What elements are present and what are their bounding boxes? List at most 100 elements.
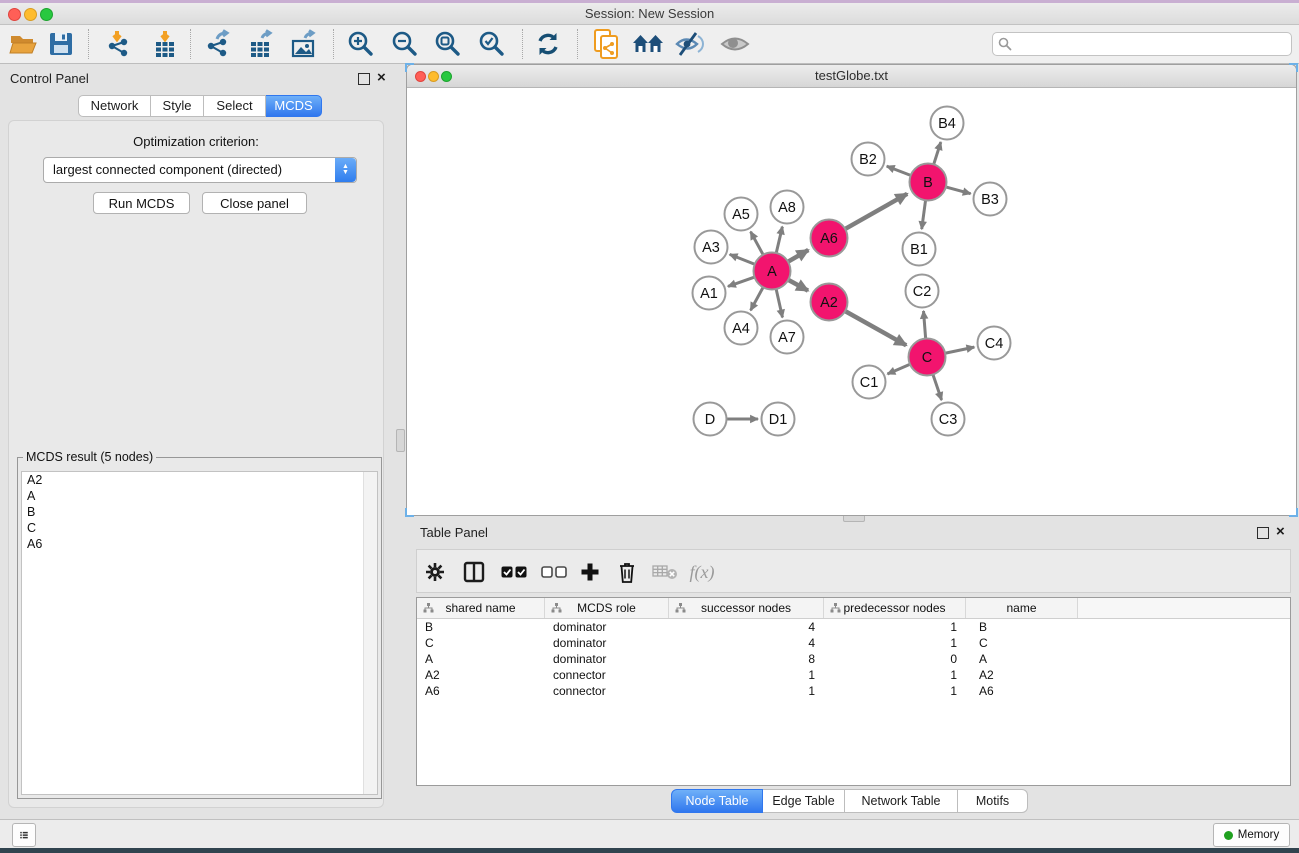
mcds-result-item[interactable]: A6 [22,536,377,552]
mcds-result-list[interactable]: A2ABCA6 [21,471,378,795]
graph-node-A[interactable]: A [754,253,791,290]
tab-network-table[interactable]: Network Table [845,789,958,813]
table-cell[interactable]: 4 [669,635,824,651]
graph-node-D1[interactable]: D1 [762,403,795,436]
table-row[interactable]: A6connector11A6 [417,683,1290,699]
table-cell[interactable]: A [966,651,1078,667]
show-all-button[interactable] [717,27,753,61]
control-panel-close-button[interactable]: × [377,72,386,84]
task-history-button[interactable] [12,823,36,847]
table-cell[interactable]: connector [545,667,669,683]
graph-node-D[interactable]: D [694,403,727,436]
close-window-light[interactable] [8,8,21,21]
import-network-button[interactable] [101,27,137,61]
function-builder-button[interactable]: f(x) [688,558,716,586]
run-mcds-button[interactable]: Run MCDS [93,192,190,214]
graph-node-A6[interactable]: A6 [811,220,848,257]
network-maximize-light[interactable] [441,71,452,82]
table-cell[interactable]: 0 [824,651,966,667]
graph-edge-B-B1[interactable] [922,198,926,229]
memory-button[interactable]: Memory [1213,823,1290,847]
tab-mcds[interactable]: MCDS [266,95,322,117]
hide-selected-button[interactable] [672,27,708,61]
clone-network-button[interactable] [588,27,624,61]
graph-node-B1[interactable]: B1 [903,233,936,266]
mcds-result-item[interactable]: B [22,504,377,520]
graph-edge-C-C4[interactable] [943,347,974,354]
graph-edge-C-C1[interactable] [888,364,912,375]
control-panel-float-button[interactable] [358,73,370,85]
graph-node-C[interactable]: C [909,339,946,376]
table-cell[interactable]: C [966,635,1078,651]
table-cell[interactable]: A2 [417,667,545,683]
list-scrollbar[interactable] [363,472,377,794]
tab-network[interactable]: Network [78,95,151,117]
graph-edge-A-A2[interactable] [787,279,809,291]
frame-resize-corner[interactable] [1289,508,1298,517]
graph-edge-B-B2[interactable] [887,166,913,176]
graph-edge-C-C3[interactable] [932,373,941,400]
column-header-mcds-role[interactable]: MCDS role [545,598,669,618]
graph-node-C4[interactable]: C4 [978,327,1011,360]
export-table-button[interactable] [243,27,279,61]
graph-node-B[interactable]: B [910,164,947,201]
graph-edge-A-A5[interactable] [751,232,765,257]
graph-edge-C-C2[interactable] [924,311,926,341]
search-field[interactable] [992,32,1292,56]
table-cell[interactable]: 1 [669,667,824,683]
import-table-button[interactable] [147,27,183,61]
zoom-out-button[interactable] [387,27,423,61]
zoom-in-button[interactable] [343,27,379,61]
table-cell[interactable] [1078,619,1290,635]
optimization-criterion-select[interactable]: largest connected component (directed) ▲… [43,157,357,183]
table-cell[interactable] [1078,683,1290,699]
network-frame-titlebar[interactable]: testGlobe.txt [407,65,1296,88]
table-cell[interactable]: 1 [669,683,824,699]
network-canvas[interactable]: B4B2BB3A5A8A6A3B1AA1C2A2A4A7C4CC1C3DD1 [407,87,1296,515]
deselect-all-button[interactable] [540,558,568,586]
close-panel-button[interactable]: Close panel [202,192,307,214]
delete-column-button[interactable] [613,558,641,586]
mcds-result-item[interactable]: A2 [22,472,377,488]
table-cell[interactable]: 1 [824,667,966,683]
table-cell[interactable]: A [417,651,545,667]
graph-edge-A2-C[interactable] [843,310,906,345]
table-cell[interactable]: A6 [966,683,1078,699]
table-cell[interactable]: 1 [824,619,966,635]
table-cell[interactable] [1078,651,1290,667]
graph-edge-A-A1[interactable] [728,276,756,286]
column-header-successor-nodes[interactable]: successor nodes [669,598,824,618]
search-input[interactable] [1017,35,1287,53]
table-options-button[interactable] [421,558,449,586]
open-session-button[interactable] [5,27,41,61]
graph-edge-B-B4[interactable] [933,142,941,166]
table-row[interactable]: A2connector11A2 [417,667,1290,683]
table-row[interactable]: Bdominator41B [417,619,1290,635]
graph-node-C1[interactable]: C1 [853,366,886,399]
mcds-result-item[interactable]: C [22,520,377,536]
zoom-selected-button[interactable] [474,27,510,61]
table-cell[interactable]: dominator [545,635,669,651]
first-neighbors-button[interactable] [630,27,666,61]
graph-node-C2[interactable]: C2 [906,275,939,308]
graph-node-B3[interactable]: B3 [974,183,1007,216]
table-cell[interactable]: 1 [824,683,966,699]
table-row[interactable]: Adominator80A [417,651,1290,667]
table-cell[interactable]: 1 [824,635,966,651]
tab-edge-table[interactable]: Edge Table [763,789,845,813]
frame-resize-corner[interactable] [405,63,414,72]
zoom-fit-button[interactable] [430,27,466,61]
table-row[interactable]: Cdominator41C [417,635,1290,651]
export-image-button[interactable] [286,27,322,61]
table-cell[interactable]: A2 [966,667,1078,683]
table-cell[interactable]: 8 [669,651,824,667]
graph-node-B4[interactable]: B4 [931,107,964,140]
tab-select[interactable]: Select [204,95,266,117]
graph-node-C3[interactable]: C3 [932,403,965,436]
tab-style[interactable]: Style [151,95,204,117]
table-cell[interactable]: A6 [417,683,545,699]
table-cell[interactable]: 4 [669,619,824,635]
table-cell[interactable]: B [966,619,1078,635]
vertical-splitter-handle[interactable] [396,429,405,452]
graph-node-A1[interactable]: A1 [693,277,726,310]
